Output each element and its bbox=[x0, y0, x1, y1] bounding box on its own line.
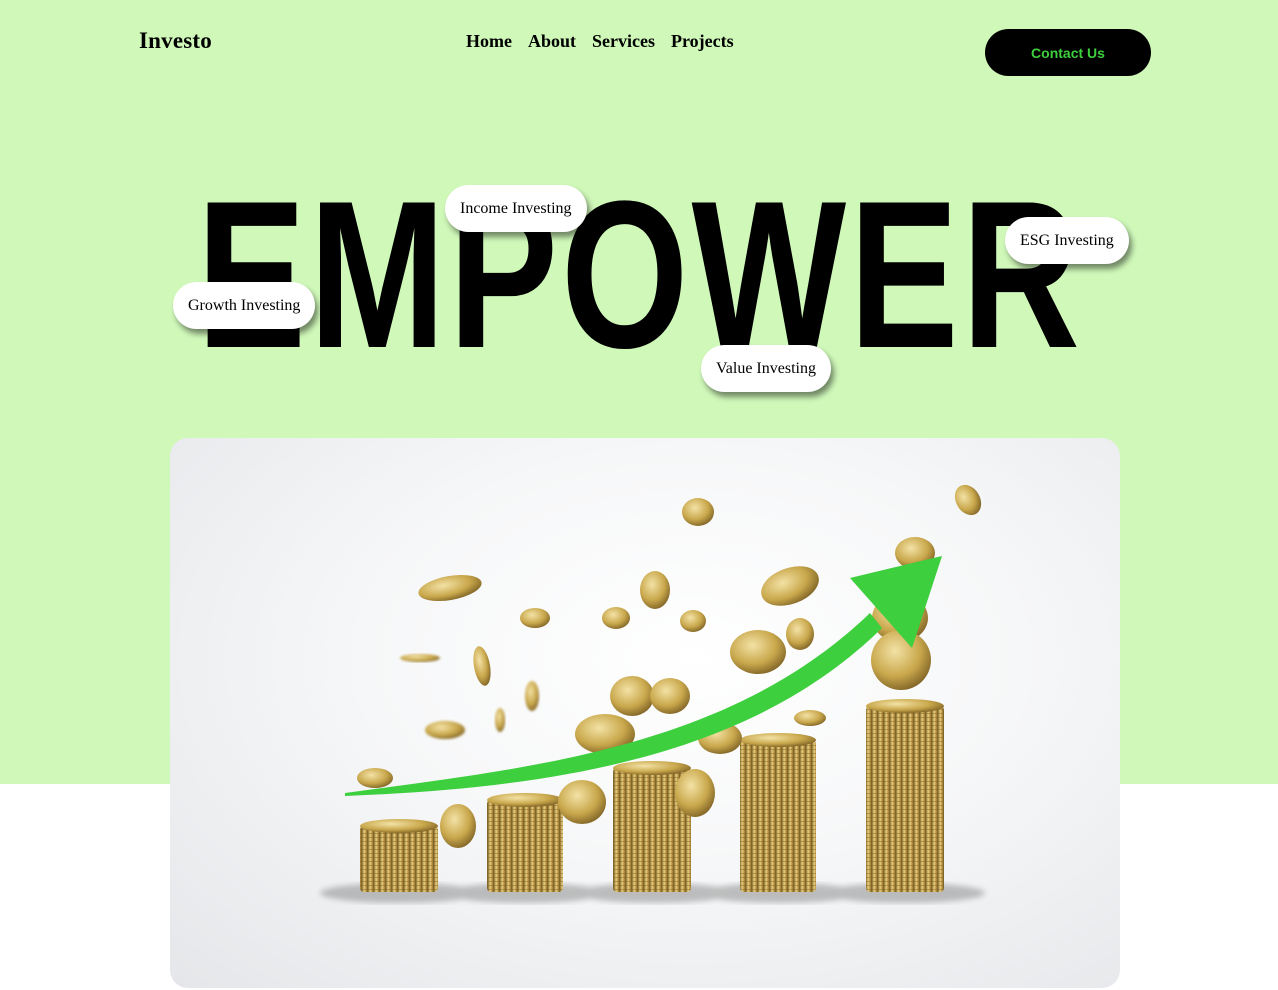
main-nav: Home About Services Projects bbox=[466, 31, 734, 52]
nav-home[interactable]: Home bbox=[466, 31, 512, 52]
logo[interactable]: Investo bbox=[139, 28, 212, 54]
coin-stacks-growth-arrow-image bbox=[170, 438, 1120, 988]
tag-income-investing[interactable]: Income Investing bbox=[445, 185, 587, 232]
contact-us-button[interactable]: Contact Us bbox=[985, 29, 1151, 76]
tag-value-investing[interactable]: Value Investing bbox=[701, 345, 831, 392]
nav-about[interactable]: About bbox=[528, 31, 576, 52]
hero-headline: EMPOWER bbox=[196, 157, 1084, 392]
tag-esg-investing[interactable]: ESG Investing bbox=[1005, 217, 1129, 264]
nav-projects[interactable]: Projects bbox=[671, 31, 734, 52]
coin-growth-illustration bbox=[320, 484, 985, 903]
tag-growth-investing[interactable]: Growth Investing bbox=[173, 282, 316, 329]
nav-services[interactable]: Services bbox=[592, 31, 655, 52]
